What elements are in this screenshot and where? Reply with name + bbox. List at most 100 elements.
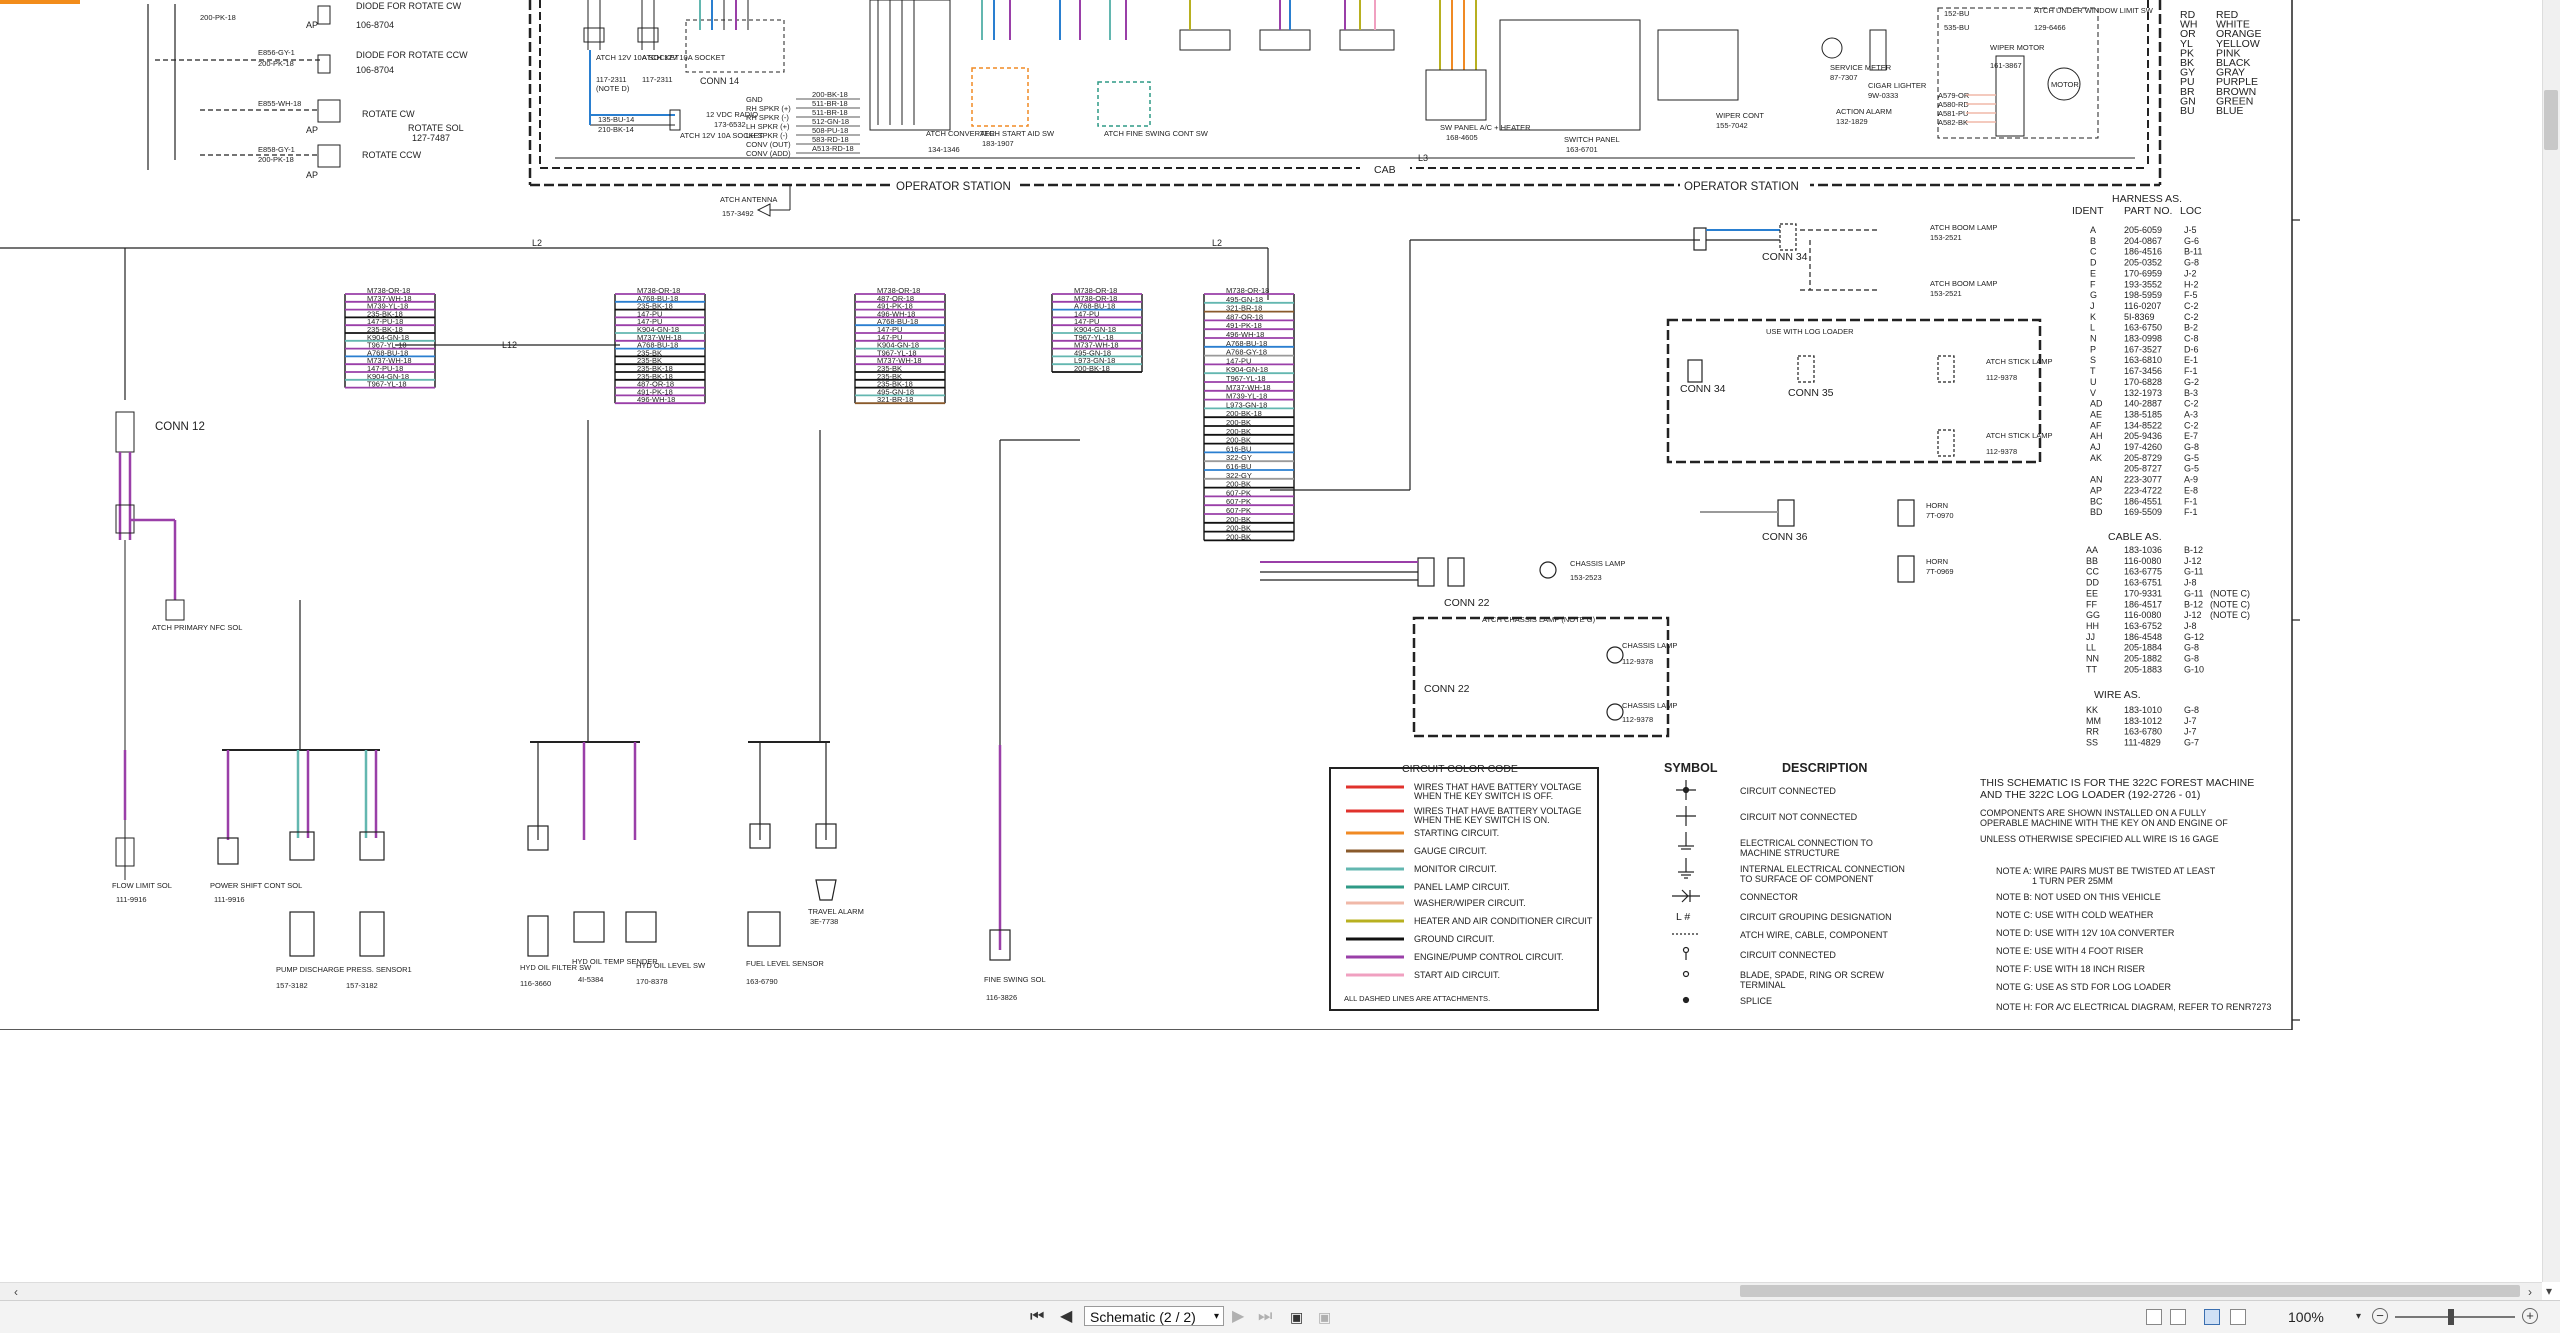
under-window-part: 129-6466 xyxy=(2034,23,2066,32)
harness-part: 205-8729 xyxy=(2124,453,2162,463)
wire-535-label: 535-BU xyxy=(1944,23,1969,32)
harness-part: 169-5509 xyxy=(2124,507,2162,517)
harness-loc: C-8 xyxy=(2184,334,2199,344)
zoom-level[interactable]: 100% xyxy=(2288,1307,2324,1327)
bundle-wire-label: 495-GN-18 xyxy=(1226,295,1263,304)
wire-loc: J-7 xyxy=(2184,727,2197,737)
pump-discharge1-part: 157-3182 xyxy=(276,981,308,990)
wire-135-label: 135-BU-14 xyxy=(598,115,634,124)
hyd-oil-temp-part: 4I-5384 xyxy=(578,975,603,984)
next-page-icon[interactable]: ▶ xyxy=(1232,1307,1244,1327)
horn1-label: HORN xyxy=(1926,501,1948,510)
bundle-wire-label: 321-BR-18 xyxy=(1226,304,1262,313)
symbol-description: CIRCUIT CONNECTED xyxy=(1740,786,1836,796)
horizontal-scroll-thumb[interactable] xyxy=(1740,1285,2520,1297)
scroll-down-arrow-icon[interactable]: ▾ xyxy=(2546,1282,2552,1300)
continuous-facing-view-icon[interactable] xyxy=(2230,1309,2246,1325)
page-layout-icon[interactable]: ▣ xyxy=(1318,1307,1331,1327)
harness-part: 183-0998 xyxy=(2124,334,2162,344)
vertical-scrollbar[interactable] xyxy=(2542,0,2560,1282)
harness-part: 170-6828 xyxy=(2124,377,2162,387)
harness-ident: AH xyxy=(2090,431,2103,441)
color-name: BLUE xyxy=(2216,105,2243,117)
circuit-color-desc: WASHER/WIPER CIRCUIT. xyxy=(1414,898,1526,908)
previous-page-icon[interactable]: ◀ xyxy=(1060,1307,1072,1327)
circuit-color-desc: PANEL LAMP CIRCUIT. xyxy=(1414,882,1510,892)
harness-ident: C xyxy=(2090,247,2097,257)
harness-loc: B-11 xyxy=(2184,247,2202,257)
first-page-icon[interactable]: ⏮ xyxy=(1030,1307,1044,1327)
last-page-icon[interactable]: ⏭ xyxy=(1258,1307,1272,1327)
group-symbol-text: L # xyxy=(1676,911,1690,923)
cable-part: 183-1036 xyxy=(2124,545,2162,555)
service-meter-label: SERVICE METER xyxy=(1830,63,1892,72)
scroll-left-arrow-icon[interactable]: ‹ xyxy=(14,1283,18,1301)
chevron-down-icon: ▾ xyxy=(1213,1311,1219,1322)
operator-station-label-left: OPERATOR STATION xyxy=(896,181,1011,193)
continuous-view-icon[interactable] xyxy=(2170,1309,2186,1325)
harness-part: 134-8522 xyxy=(2124,420,2162,430)
harness-header-ident: IDENT xyxy=(2072,205,2104,217)
ap-label-1: AP xyxy=(306,20,318,30)
circuit-color-desc: MONITOR CIRCUIT. xyxy=(1414,864,1497,874)
cable-ident: TT xyxy=(2086,664,2097,674)
wire-loc: G-7 xyxy=(2184,738,2199,748)
grid-column-label: 5 xyxy=(938,1029,946,1030)
symbol-description: ELECTRICAL CONNECTION TO xyxy=(1740,838,1873,848)
wire-label-e858: E858-GY-1 xyxy=(258,145,295,154)
symbol-connector xyxy=(1672,889,1700,903)
cable-loc: B-12 xyxy=(2184,599,2203,609)
harness-part: 163-6810 xyxy=(2124,355,2162,365)
symbol-description: TERMINAL xyxy=(1740,980,1786,990)
note-item: NOTE G: USE AS STD FOR LOG LOADER xyxy=(1996,982,2172,992)
cable-loc: J-12 xyxy=(2184,556,2202,566)
page-thumbnails-icon[interactable]: ▣ xyxy=(1290,1307,1303,1327)
single-page-view-icon[interactable] xyxy=(2146,1309,2162,1325)
harness-loc: E-1 xyxy=(2184,355,2198,365)
travel-alarm-label: TRAVEL ALARM xyxy=(808,907,864,916)
harness-part: 5I-8369 xyxy=(2124,312,2155,322)
stick-lamp1-part: 112-9378 xyxy=(1986,373,2017,382)
cable-part: 186-4517 xyxy=(2124,599,2162,609)
bundle-wire-label: 607-PK xyxy=(1226,488,1251,497)
symbol-openconn xyxy=(1682,946,1690,960)
page-selector[interactable]: Schematic (2 / 2) ▾ xyxy=(1084,1306,1224,1326)
chassis-lamp2a-part: 112-9378 xyxy=(1622,657,1653,666)
zoom-dropdown-icon[interactable]: ▾ xyxy=(2356,1307,2361,1327)
zoom-out-icon[interactable]: − xyxy=(2372,1308,2388,1324)
zoom-slider-knob[interactable] xyxy=(2448,1309,2454,1325)
zoom-slider[interactable] xyxy=(2395,1316,2515,1318)
harness-loc: F-1 xyxy=(2184,507,2198,517)
cable-part: 186-4548 xyxy=(2124,632,2162,642)
harness-loc: E-7 xyxy=(2184,431,2198,441)
conn22-label-2: CONN 22 xyxy=(1424,683,1470,695)
cable-ident: FF xyxy=(2086,599,2097,609)
zoom-in-icon[interactable]: + xyxy=(2522,1308,2538,1324)
harness-loc: H-2 xyxy=(2184,279,2199,289)
hyd-oil-filter-part: 116-3660 xyxy=(520,979,551,988)
scroll-right-arrow-icon[interactable]: › xyxy=(2528,1283,2532,1301)
l3-label: L3 xyxy=(1418,153,1428,163)
boom-lamp1-label: ATCH BOOM LAMP xyxy=(1930,223,1997,232)
wiper-wire-name: A582-BK xyxy=(1938,118,1968,127)
bundle-wire-label: 321-BR-18 xyxy=(877,395,913,404)
radio-wire-number: 583-RD-18 xyxy=(812,135,849,144)
start-aid-label: ATCH START AID SW xyxy=(980,129,1055,138)
fine-swing-part: 116-3826 xyxy=(986,993,1017,1002)
harness-part: 167-3527 xyxy=(2124,344,2162,354)
symbol-description: CIRCUIT CONNECTED xyxy=(1740,950,1836,960)
grid-column-label: 8 xyxy=(78,1029,86,1030)
bundle-wire-label: 496-WH-18 xyxy=(1226,330,1264,339)
radio-wire-number: A513-RD-18 xyxy=(812,144,854,153)
color-code: BU xyxy=(2180,105,2195,117)
facing-view-icon[interactable] xyxy=(2204,1309,2220,1325)
bundle-wire-label: 607-PK xyxy=(1226,506,1251,515)
bundle-wire-label: 491-PK-18 xyxy=(1226,321,1262,330)
bundle-wire-label: 200-BK xyxy=(1226,524,1251,533)
converter-block xyxy=(869,0,951,131)
symbol-description: ATCH WIRE, CABLE, COMPONENT xyxy=(1740,930,1888,940)
symbol-legend-items: CIRCUIT CONNECTED CIRCUIT NOT CONNECTED EL… xyxy=(1672,780,1905,1006)
cable-part: 163-6752 xyxy=(2124,621,2162,631)
harness-bundle: M738-OR-18A768-BU-18235-BK-18147-PU147-P… xyxy=(614,286,706,404)
vertical-scroll-thumb[interactable] xyxy=(2544,90,2558,150)
